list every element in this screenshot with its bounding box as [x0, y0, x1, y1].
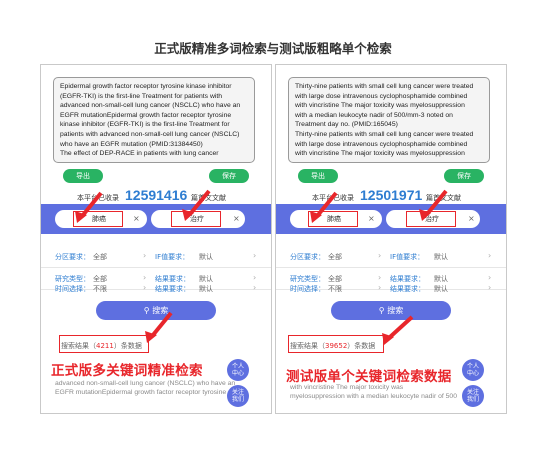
page-title: 正式版精准多词检索与测试版粗略单个检索	[154, 41, 392, 56]
red-arrow	[189, 189, 211, 215]
red-arrow	[388, 315, 414, 339]
test-version-panel: Thirty-nine patients with small cell lun…	[275, 64, 507, 414]
formal-version-panel: Epidermal growth factor receptor tyrosin…	[40, 64, 272, 414]
red-arrow	[81, 191, 103, 217]
annotation-arrows	[310, 189, 448, 345]
annotation-arrows	[75, 189, 211, 343]
red-arrow	[151, 311, 173, 337]
red-arrow	[316, 191, 338, 217]
red-arrow	[426, 189, 448, 215]
